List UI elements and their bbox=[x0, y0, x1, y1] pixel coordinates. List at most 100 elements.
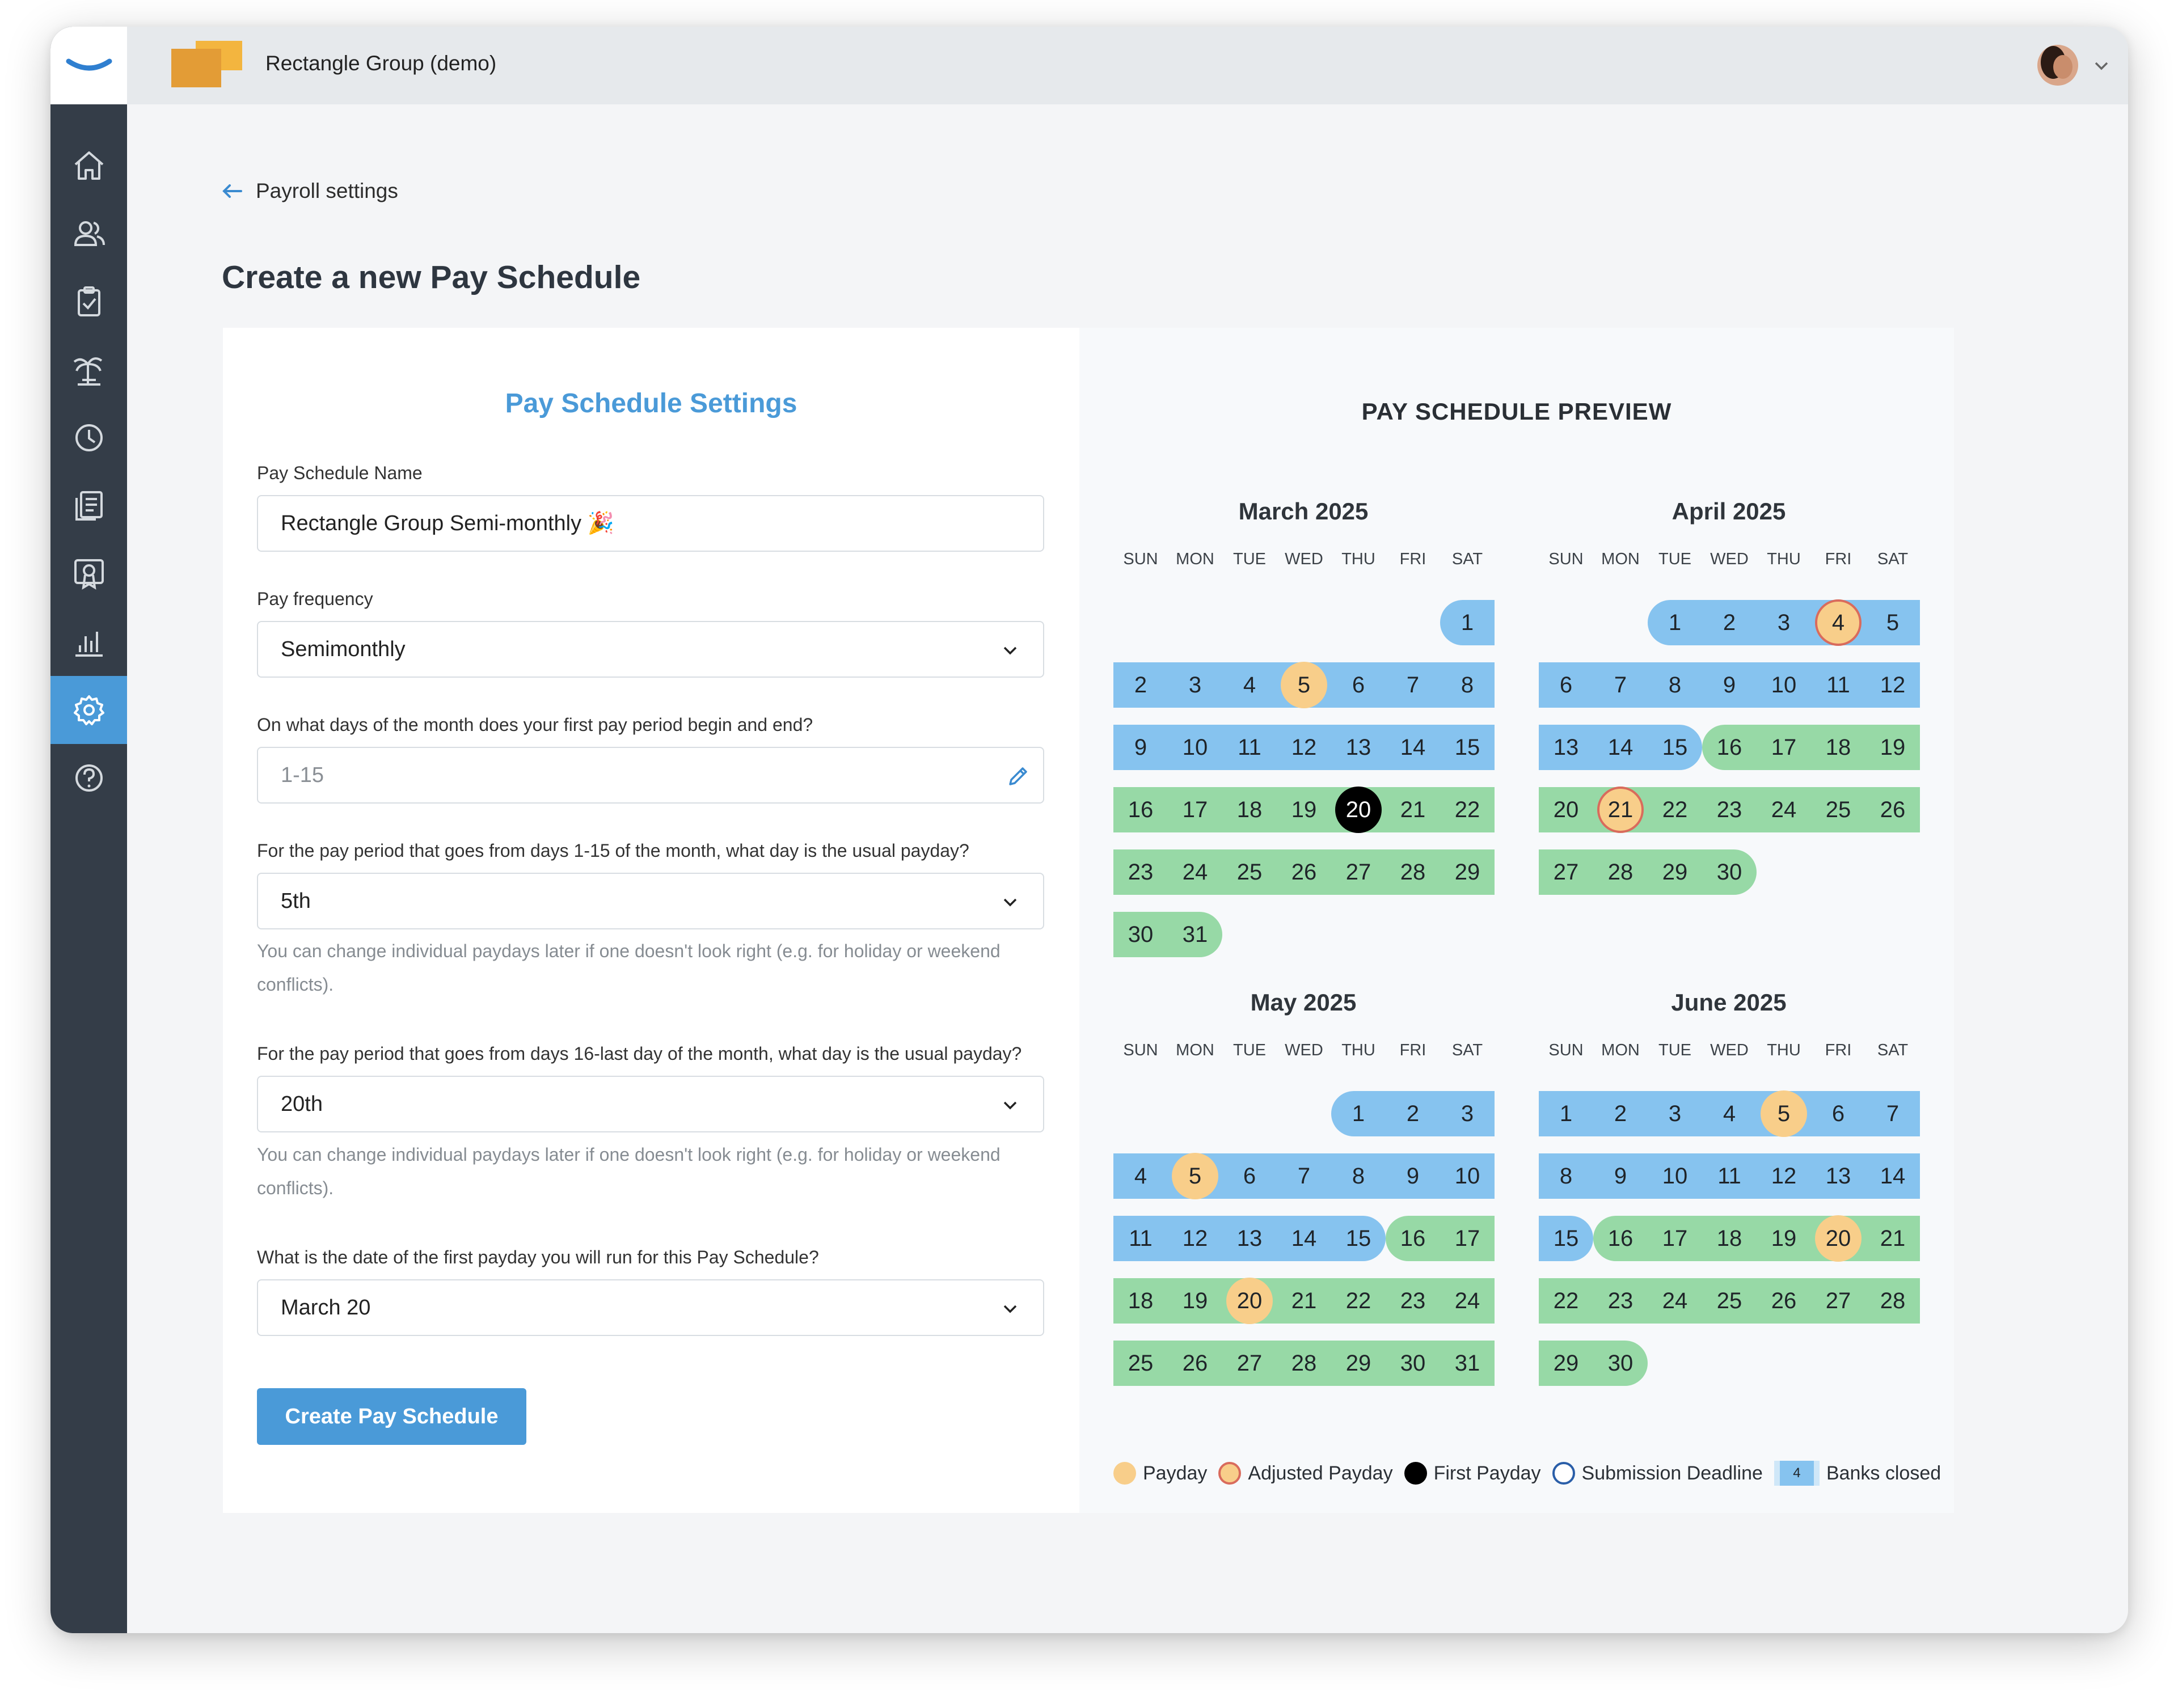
calendar-day[interactable]: 19 bbox=[1277, 787, 1331, 832]
calendar-day[interactable]: 22 bbox=[1331, 1278, 1386, 1324]
calendar-day[interactable]: 4 bbox=[1113, 1153, 1168, 1199]
pencil-icon[interactable] bbox=[1004, 763, 1032, 790]
calendar-day[interactable]: 16 bbox=[1386, 1216, 1440, 1261]
calendar-day[interactable]: 17 bbox=[1757, 725, 1811, 770]
calendar-day[interactable]: 25 bbox=[1811, 787, 1865, 832]
calendar-day[interactable]: 15 bbox=[1648, 725, 1702, 770]
calendar-day[interactable]: 15 bbox=[1539, 1216, 1593, 1261]
calendar-day[interactable]: 22 bbox=[1440, 787, 1495, 832]
calendar-day[interactable]: 21 bbox=[1277, 1278, 1331, 1324]
create-pay-schedule-button[interactable]: Create Pay Schedule bbox=[257, 1388, 526, 1445]
calendar-day[interactable]: 7 bbox=[1593, 662, 1648, 708]
calendar-day[interactable]: 5 bbox=[1277, 662, 1331, 708]
calendar-day[interactable]: 12 bbox=[1757, 1153, 1811, 1199]
calendar-day[interactable]: 1 bbox=[1539, 1091, 1593, 1136]
calendar-day[interactable]: 31 bbox=[1168, 912, 1222, 957]
calendar-day[interactable]: 22 bbox=[1648, 787, 1702, 832]
calendar-day[interactable]: 23 bbox=[1702, 787, 1757, 832]
calendar-day[interactable]: 25 bbox=[1113, 1341, 1168, 1386]
calendar-day[interactable]: 4 bbox=[1222, 662, 1277, 708]
sidebar-item-time-off[interactable] bbox=[50, 336, 127, 404]
calendar-day[interactable]: 14 bbox=[1386, 725, 1440, 770]
calendar-day[interactable]: 8 bbox=[1539, 1153, 1593, 1199]
calendar-day[interactable]: 7 bbox=[1277, 1153, 1331, 1199]
calendar-day[interactable]: 10 bbox=[1757, 662, 1811, 708]
sidebar-item-reports[interactable] bbox=[50, 608, 127, 676]
calendar-day[interactable]: 26 bbox=[1757, 1278, 1811, 1324]
payday2-select[interactable]: 20th bbox=[257, 1076, 1044, 1132]
payday1-select[interactable]: 5th bbox=[257, 873, 1044, 929]
calendar-day[interactable]: 6 bbox=[1811, 1091, 1865, 1136]
calendar-day[interactable]: 23 bbox=[1113, 849, 1168, 895]
calendar-day[interactable]: 20 bbox=[1331, 787, 1386, 832]
sidebar-item-home[interactable] bbox=[50, 132, 127, 200]
calendar-day[interactable]: 14 bbox=[1277, 1216, 1331, 1261]
calendar-day[interactable]: 3 bbox=[1648, 1091, 1702, 1136]
frequency-select[interactable]: Semimonthly bbox=[257, 621, 1044, 678]
calendar-day[interactable]: 10 bbox=[1168, 725, 1222, 770]
sidebar-item-help[interactable] bbox=[50, 744, 127, 812]
calendar-day[interactable]: 24 bbox=[1757, 787, 1811, 832]
calendar-day[interactable]: 2 bbox=[1386, 1091, 1440, 1136]
calendar-day[interactable]: 29 bbox=[1539, 1341, 1593, 1386]
calendar-day[interactable]: 17 bbox=[1440, 1216, 1495, 1261]
calendar-day[interactable]: 18 bbox=[1113, 1278, 1168, 1324]
calendar-day[interactable]: 15 bbox=[1440, 725, 1495, 770]
calendar-day[interactable]: 8 bbox=[1331, 1153, 1386, 1199]
calendar-day[interactable]: 5 bbox=[1865, 600, 1920, 645]
sidebar-item-documents[interactable] bbox=[50, 472, 127, 540]
calendar-day[interactable]: 7 bbox=[1865, 1091, 1920, 1136]
calendar-day[interactable]: 5 bbox=[1757, 1091, 1811, 1136]
calendar-day[interactable]: 24 bbox=[1168, 849, 1222, 895]
calendar-day[interactable]: 12 bbox=[1277, 725, 1331, 770]
chevron-down-icon[interactable] bbox=[2092, 56, 2111, 75]
calendar-day[interactable]: 21 bbox=[1593, 787, 1648, 832]
back-link[interactable]: Payroll settings bbox=[221, 174, 398, 208]
calendar-day[interactable]: 25 bbox=[1222, 849, 1277, 895]
calendar-day[interactable]: 6 bbox=[1539, 662, 1593, 708]
calendar-day[interactable]: 28 bbox=[1865, 1278, 1920, 1324]
first-payday-select[interactable]: March 20 bbox=[257, 1279, 1044, 1336]
calendar-day[interactable]: 11 bbox=[1113, 1216, 1168, 1261]
calendar-day[interactable]: 13 bbox=[1222, 1216, 1277, 1261]
calendar-day[interactable]: 26 bbox=[1865, 787, 1920, 832]
calendar-day[interactable]: 28 bbox=[1593, 849, 1648, 895]
calendar-day[interactable]: 27 bbox=[1811, 1278, 1865, 1324]
calendar-day[interactable]: 18 bbox=[1702, 1216, 1757, 1261]
calendar-day[interactable]: 16 bbox=[1113, 787, 1168, 832]
calendar-day[interactable]: 29 bbox=[1648, 849, 1702, 895]
calendar-day[interactable]: 8 bbox=[1648, 662, 1702, 708]
calendar-day[interactable]: 9 bbox=[1593, 1153, 1648, 1199]
calendar-day[interactable]: 13 bbox=[1811, 1153, 1865, 1199]
calendar-day[interactable]: 1 bbox=[1648, 600, 1702, 645]
calendar-day[interactable]: 31 bbox=[1440, 1341, 1495, 1386]
sidebar-item-time[interactable] bbox=[50, 404, 127, 472]
calendar-day[interactable]: 10 bbox=[1648, 1153, 1702, 1199]
calendar-day[interactable]: 1 bbox=[1440, 600, 1495, 645]
calendar-day[interactable]: 4 bbox=[1811, 600, 1865, 645]
calendar-day[interactable]: 29 bbox=[1440, 849, 1495, 895]
name-input[interactable]: Rectangle Group Semi-monthly 🎉 bbox=[257, 495, 1044, 552]
sidebar-item-benefits[interactable] bbox=[50, 540, 127, 608]
calendar-day[interactable]: 30 bbox=[1593, 1341, 1648, 1386]
calendar-day[interactable]: 5 bbox=[1168, 1153, 1222, 1199]
calendar-day[interactable]: 27 bbox=[1539, 849, 1593, 895]
calendar-day[interactable]: 26 bbox=[1168, 1341, 1222, 1386]
calendar-day[interactable]: 30 bbox=[1702, 849, 1757, 895]
calendar-day[interactable]: 23 bbox=[1386, 1278, 1440, 1324]
avatar[interactable] bbox=[2037, 45, 2078, 86]
calendar-day[interactable]: 9 bbox=[1702, 662, 1757, 708]
calendar-day[interactable]: 18 bbox=[1222, 787, 1277, 832]
calendar-day[interactable]: 9 bbox=[1386, 1153, 1440, 1199]
sidebar-item-settings[interactable] bbox=[50, 676, 127, 744]
calendar-day[interactable]: 28 bbox=[1277, 1341, 1331, 1386]
calendar-day[interactable]: 3 bbox=[1168, 662, 1222, 708]
calendar-day[interactable]: 30 bbox=[1386, 1341, 1440, 1386]
calendar-day[interactable]: 14 bbox=[1593, 725, 1648, 770]
sidebar-item-tasks[interactable] bbox=[50, 268, 127, 336]
calendar-day[interactable]: 12 bbox=[1865, 662, 1920, 708]
calendar-day[interactable]: 6 bbox=[1331, 662, 1386, 708]
calendar-day[interactable]: 2 bbox=[1113, 662, 1168, 708]
calendar-day[interactable]: 27 bbox=[1331, 849, 1386, 895]
calendar-day[interactable]: 23 bbox=[1593, 1278, 1648, 1324]
